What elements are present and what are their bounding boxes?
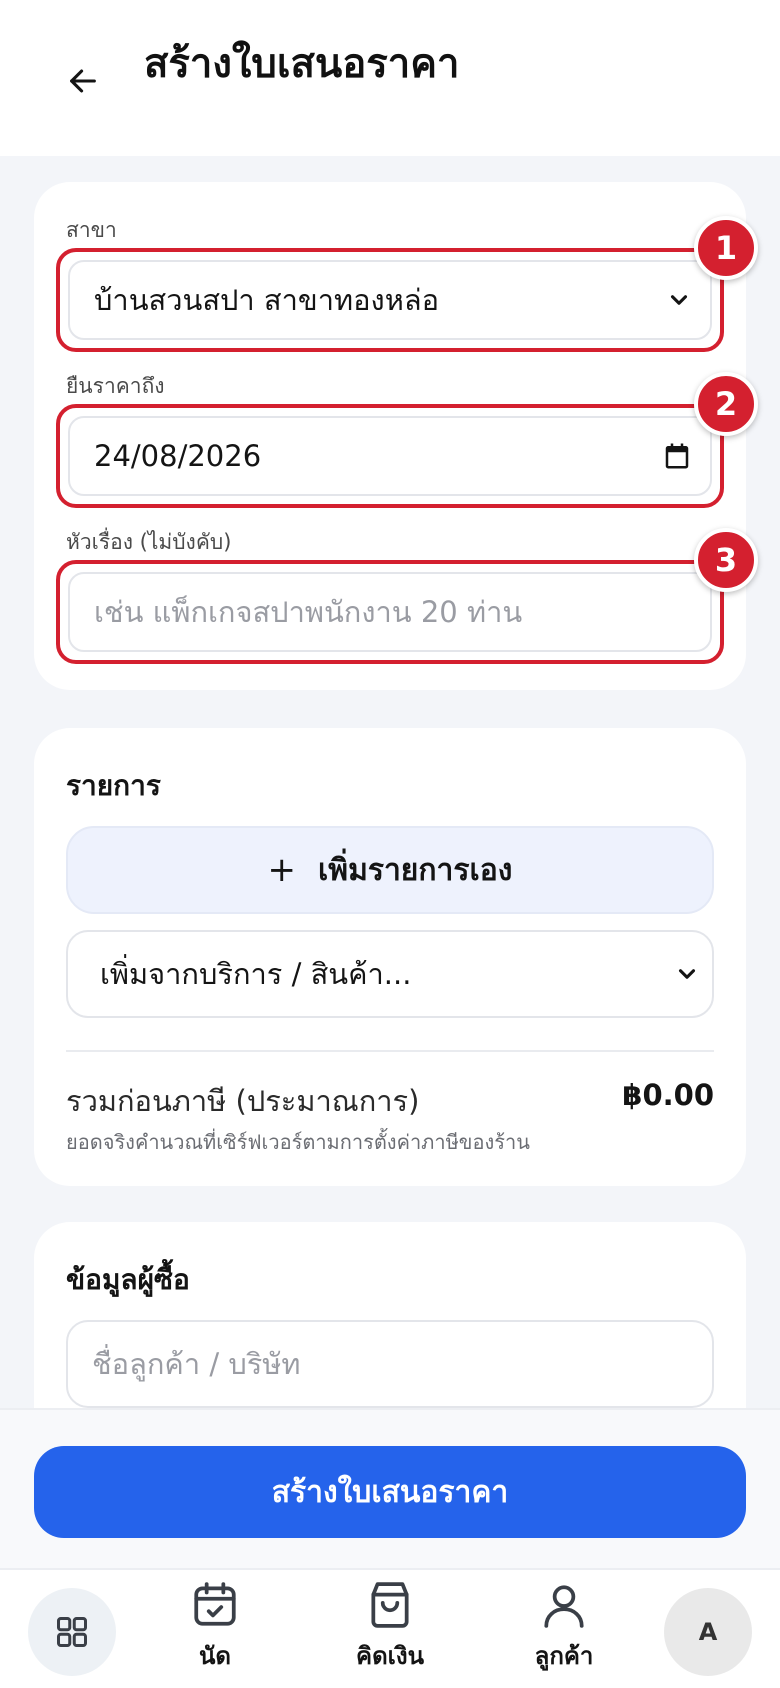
items-title: รายการ bbox=[66, 769, 161, 802]
page-title: สร้างใบเสนอราคา bbox=[144, 41, 460, 87]
valid-until-highlight: 24/08/2026 2 bbox=[56, 372, 758, 508]
avatar[interactable]: A bbox=[664, 1588, 752, 1676]
subject-input[interactable]: เช่น แพ็กเกจสปาพนักงาน 20 ท่าน bbox=[68, 572, 712, 652]
branch-select[interactable]: บ้านสวนสปา สาขาทองหล่อ bbox=[68, 260, 712, 340]
subtotal-value: ฿0.00 bbox=[622, 1078, 714, 1112]
bottom-nav: นัด คิดเงิน ลูกค้า A bbox=[0, 1568, 780, 1688]
quote-details-card: สาขา บ้านสวนสปา สาขาทองหล่อ 1 ยืนราคาถึง… bbox=[34, 182, 758, 690]
branch-value: บ้านสวนสปา สาขาทองหล่อ bbox=[94, 283, 440, 317]
back-button[interactable] bbox=[58, 56, 108, 106]
buyer-name-placeholder: ชื่อลูกค้า / บริษัท bbox=[92, 1347, 301, 1381]
subtotal-note: ยอดจริงคำนวณที่เซิร์ฟเวอร์ตามการตั้งค่าภ… bbox=[66, 1130, 530, 1154]
valid-until-label: ยืนราคาถึง bbox=[66, 374, 165, 398]
user-icon bbox=[544, 1585, 584, 1628]
chevron-down-icon bbox=[670, 295, 688, 305]
subject-label: หัวเรื่อง (ไม่บังคับ) bbox=[66, 530, 232, 554]
divider bbox=[66, 1050, 714, 1052]
nav-checkout[interactable]: คิดเงิน bbox=[325, 1580, 455, 1684]
nav-customers[interactable]: ลูกค้า bbox=[499, 1580, 629, 1684]
calendar-check-icon bbox=[194, 1582, 236, 1626]
submit-bar: สร้างใบเสนอราคา bbox=[0, 1408, 780, 1568]
create-quote-button[interactable]: สร้างใบเสนอราคา bbox=[34, 1446, 746, 1538]
nav-appointments[interactable]: นัด bbox=[150, 1580, 280, 1684]
subject-highlight: เช่น แพ็กเกจสปาพนักงาน 20 ท่าน 3 bbox=[56, 528, 758, 664]
nav-customers-label: ลูกค้า bbox=[534, 1642, 594, 1670]
buyer-title: ข้อมูลผู้ซื้อ bbox=[66, 1263, 190, 1296]
grid-icon bbox=[57, 1617, 87, 1647]
step-badge-1: 1 bbox=[694, 216, 758, 280]
subtotal-label: รวมก่อนภาษี (ประมาณการ) bbox=[66, 1084, 420, 1118]
valid-until-value: 24/08/2026 bbox=[94, 439, 262, 473]
step-badge-2: 2 bbox=[694, 372, 758, 436]
branch-label: สาขา bbox=[66, 218, 117, 242]
add-from-catalog-select[interactable]: เพิ่มจากบริการ / สินค้า... bbox=[66, 930, 714, 1018]
chevron-down-icon bbox=[678, 969, 696, 979]
top-bar: สร้างใบเสนอราคา bbox=[0, 0, 780, 156]
valid-until-date-input[interactable]: 24/08/2026 bbox=[68, 416, 712, 496]
nav-appointments-label: นัด bbox=[199, 1642, 231, 1670]
nav-checkout-label: คิดเงิน bbox=[356, 1642, 424, 1670]
add-manual-item-label: เพิ่มรายการเอง bbox=[318, 852, 513, 888]
buyer-name-input[interactable]: ชื่อลูกค้า / บริษัท bbox=[66, 1320, 714, 1408]
plus-icon: + bbox=[267, 850, 297, 890]
items-card: รายการ + เพิ่มรายการเอง เพิ่มจากบริการ /… bbox=[34, 728, 746, 1186]
branch-highlight: บ้านสวนสปา สาขาทองหล่อ 1 bbox=[56, 216, 758, 352]
arrow-left-icon bbox=[70, 69, 96, 93]
shopping-bag-icon bbox=[371, 1582, 409, 1628]
step-badge-3: 3 bbox=[694, 528, 758, 592]
nav-home-button[interactable] bbox=[28, 1588, 116, 1676]
add-from-catalog-label: เพิ่มจากบริการ / สินค้า... bbox=[100, 957, 412, 991]
add-manual-item-button[interactable]: + เพิ่มรายการเอง bbox=[66, 826, 714, 914]
subject-placeholder: เช่น แพ็กเกจสปาพนักงาน 20 ท่าน bbox=[94, 595, 523, 629]
calendar-icon[interactable] bbox=[662, 441, 692, 471]
